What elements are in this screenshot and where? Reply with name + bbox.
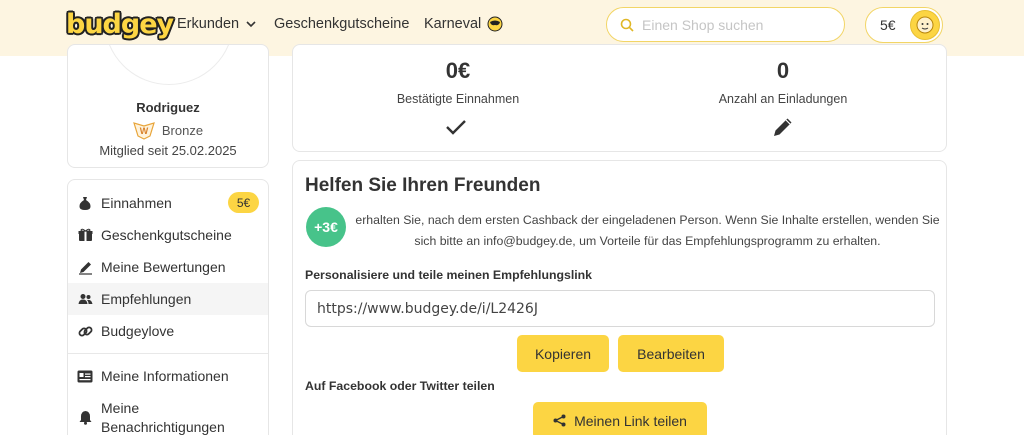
budgey-logo[interactable]: budgey xyxy=(66,9,174,40)
balance-pill[interactable]: 5€ xyxy=(865,7,943,43)
pen-icon xyxy=(77,259,93,275)
sidebar-item-label: Meine Benachrichtigungen xyxy=(101,400,225,435)
referral-link-field[interactable] xyxy=(305,290,935,327)
nav-karneval[interactable]: Karneval xyxy=(424,16,503,32)
confirmed-earnings-value: 0€ xyxy=(445,58,471,83)
user-avatar[interactable] xyxy=(910,10,940,40)
users-icon xyxy=(77,291,93,307)
sidebar-item-einnahmen[interactable]: Einnahmen 5€ xyxy=(68,187,268,219)
sidebar-item-label: Einnahmen xyxy=(101,195,172,211)
help-description: erhalten Sie, nach dem ersten Cashback d… xyxy=(355,213,940,248)
confirmed-earnings-label: Bestätigte Einnahmen xyxy=(396,92,520,106)
profile-card: Rodriguez W Bronze Mitglied seit 25.02.2… xyxy=(67,44,269,168)
sidebar-item-label: Geschenkgutscheine xyxy=(101,227,232,243)
sidebar-item-bewertungen[interactable]: Meine Bewertungen xyxy=(68,251,268,283)
bell-icon xyxy=(77,409,93,425)
sidebar-item-label: Meine Informationen xyxy=(101,368,229,384)
account-sidebar: Einnahmen 5€ Geschenkgutscheine Meine Be… xyxy=(67,179,269,435)
nav-erkunden-label: Erkunden xyxy=(177,16,240,32)
help-title: Helfen Sie Ihren Freunden xyxy=(305,175,541,196)
sidebar-divider xyxy=(68,353,268,354)
invitations-count-value: 0 xyxy=(776,58,790,83)
edit-button[interactable]: Bearbeiten xyxy=(618,335,724,372)
share-label: Auf Facebook oder Twitter teilen xyxy=(305,379,495,393)
gift-icon xyxy=(77,227,93,243)
money-bag-icon xyxy=(77,195,93,211)
member-since: Mitglied seit 25.02.2025 xyxy=(99,143,237,158)
profile-rank-label: Bronze xyxy=(161,122,204,138)
sidebar-item-label: Empfehlungen xyxy=(101,291,192,307)
nav-geschenkgutscheine-label: Geschenkgutscheine xyxy=(274,16,410,32)
share-link-button[interactable]: Meinen Link teilen xyxy=(533,402,707,435)
chevron-down-icon xyxy=(246,21,256,28)
profile-rank: W Bronze xyxy=(68,120,268,140)
sidebar-item-label: Meine Bewertungen xyxy=(101,259,226,275)
id-card-icon xyxy=(77,368,93,384)
nav-karneval-label: Karneval xyxy=(424,16,482,32)
referral-link-label: Personalisiere und teile meinen Empfehlu… xyxy=(305,268,593,282)
copy-button[interactable]: Kopieren xyxy=(517,335,609,372)
nav-geschenkgutscheine[interactable]: Geschenkgutscheine xyxy=(274,16,409,32)
link-icon xyxy=(77,323,93,339)
avatar-face-icon xyxy=(916,16,934,34)
sidebar-item-informationen[interactable]: Meine Informationen xyxy=(68,360,268,392)
help-friends-card: Helfen Sie Ihren Freunden +3€ erhalten S… xyxy=(292,160,947,435)
bronze-badge-icon: W xyxy=(132,122,155,140)
sidebar-item-budgeylove[interactable]: Budgeylove xyxy=(68,315,268,347)
carnival-mask-icon xyxy=(487,16,503,32)
nav-erkunden[interactable]: Erkunden xyxy=(177,16,257,32)
pencil-icon xyxy=(774,118,792,136)
rank-badge-letter: W xyxy=(140,126,149,136)
search-icon xyxy=(620,18,634,32)
share-link-button-label: Meinen Link teilen xyxy=(574,412,687,429)
sidebar-item-label: Budgeylove xyxy=(101,323,175,339)
sidebar-item-benachrichtigungen[interactable]: Meine Benachrichtigungen xyxy=(68,396,268,435)
profile-name: Rodriguez xyxy=(136,100,200,115)
bonus-badge: +3€ xyxy=(306,207,346,247)
shop-search[interactable] xyxy=(606,7,845,42)
sidebar-item-empfehlungen[interactable]: Empfehlungen xyxy=(68,283,268,315)
balance-amount: 5€ xyxy=(880,17,896,33)
checkmark-icon xyxy=(446,120,466,135)
share-icon xyxy=(553,414,566,427)
search-input[interactable] xyxy=(642,16,822,33)
earnings-badge: 5€ xyxy=(228,192,259,213)
profile-avatar xyxy=(104,45,234,85)
referral-stats-card: 0€ Bestätigte Einnahmen 0 Anzahl an Einl… xyxy=(292,44,947,152)
invitations-count-label: Anzahl an Einladungen xyxy=(718,92,848,106)
sidebar-item-geschenkgutscheine[interactable]: Geschenkgutscheine xyxy=(68,219,268,251)
